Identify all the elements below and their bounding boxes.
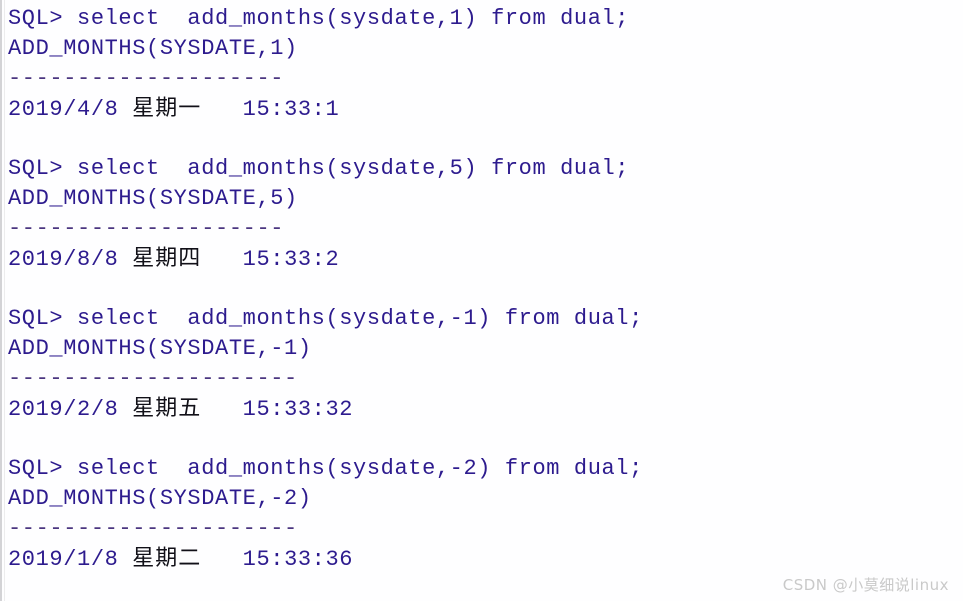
sql-block: SQL> select add_months(sysdate,-1) from … — [8, 304, 963, 454]
sql-block: SQL> select add_months(sysdate,1) from d… — [8, 4, 963, 154]
terminal-output-pane[interactable]: SQL> select add_months(sysdate,1) from d… — [0, 0, 963, 601]
result-time: 15:33:36 — [242, 547, 354, 572]
result-spacer-2 — [201, 547, 242, 572]
sql-command-line: SQL> select add_months(sysdate,1) from d… — [8, 6, 630, 31]
result-separator-rule: --------------------- — [8, 516, 298, 541]
result-column-header: ADD_MONTHS(SYSDATE,-2) — [8, 486, 312, 511]
sql-command-line: SQL> select add_months(sysdate,-2) from … — [8, 456, 643, 481]
result-date: 2019/1/8 — [8, 547, 119, 572]
result-column-header: ADD_MONTHS(SYSDATE,1) — [8, 36, 298, 61]
result-spacer-2 — [201, 97, 242, 122]
result-column-header: ADD_MONTHS(SYSDATE,5) — [8, 186, 298, 211]
result-weekday: 星期四 — [132, 246, 202, 271]
sql-block: SQL> select add_months(sysdate,5) from d… — [8, 154, 963, 304]
result-spacer-1 — [118, 247, 132, 272]
result-time: 15:33:2 — [242, 247, 340, 272]
result-spacer-1 — [118, 547, 132, 572]
result-date: 2019/2/8 — [8, 397, 119, 422]
result-weekday: 星期二 — [132, 546, 202, 571]
result-spacer-1 — [118, 397, 132, 422]
result-weekday: 星期五 — [132, 396, 202, 421]
result-date: 2019/8/8 — [8, 247, 119, 272]
result-time: 15:33:32 — [242, 397, 354, 422]
result-separator-rule: -------------------- — [8, 66, 285, 91]
result-separator-rule: -------------------- — [8, 216, 285, 241]
result-weekday: 星期一 — [132, 96, 202, 121]
result-row: 2019/2/8 星期五 15:33:32 — [8, 394, 963, 424]
result-date: 2019/4/8 — [8, 97, 119, 122]
result-column-header: ADD_MONTHS(SYSDATE,-1) — [8, 336, 312, 361]
result-spacer-2 — [201, 247, 242, 272]
sql-command-line: SQL> select add_months(sysdate,5) from d… — [8, 156, 630, 181]
sql-command-line: SQL> select add_months(sysdate,-1) from … — [8, 306, 643, 331]
result-spacer-1 — [118, 97, 132, 122]
result-separator-rule: --------------------- — [8, 366, 298, 391]
result-time: 15:33:1 — [242, 97, 340, 122]
result-row: 2019/1/8 星期二 15:33:36 — [8, 544, 963, 574]
sql-block: SQL> select add_months(sysdate,-2) from … — [8, 454, 963, 574]
result-spacer-2 — [201, 397, 242, 422]
result-row: 2019/8/8 星期四 15:33:2 — [8, 244, 963, 274]
csdn-watermark: CSDN @小莫细说linux — [782, 576, 949, 594]
result-row: 2019/4/8 星期一 15:33:1 — [8, 94, 963, 124]
